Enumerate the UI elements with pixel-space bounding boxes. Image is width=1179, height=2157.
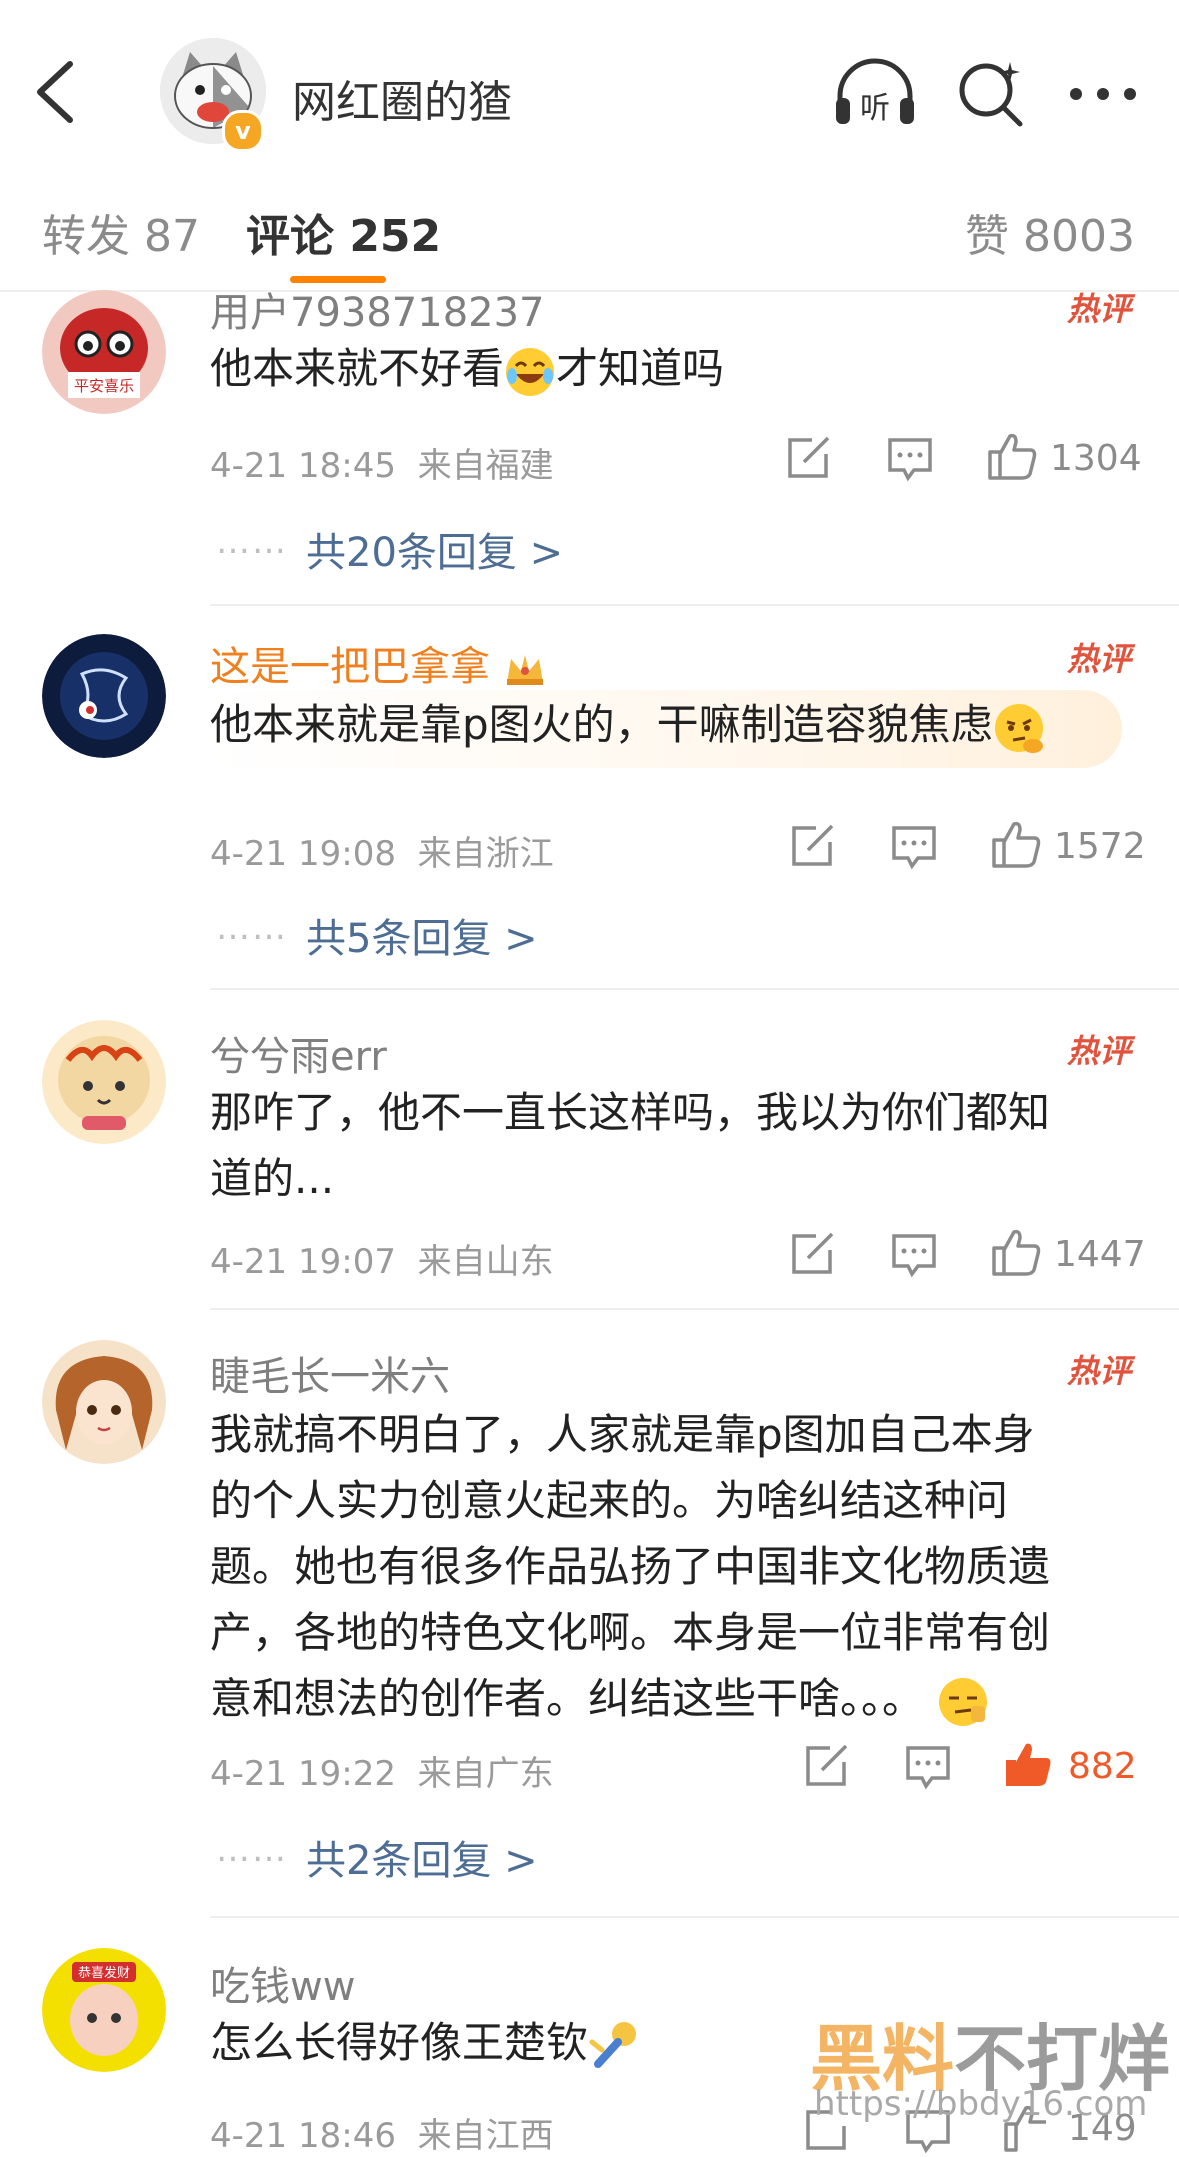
comment-icon[interactable] [884, 432, 936, 484]
hot-comment-badge: 热评 [1066, 1352, 1131, 1390]
comment-time: 4-21 19:22 [210, 1754, 396, 1794]
comment-location: 来自浙江 [417, 834, 554, 874]
comment-location: 来自山东 [417, 1242, 554, 1282]
like-count: 882 [1068, 1746, 1137, 1787]
avatar[interactable]: 平安喜乐 [42, 290, 166, 414]
comment-item: 平安喜乐 用户7938718237 热评 他本来就不好看 才知道吗 4-21 1… [0, 290, 1179, 610]
watermark-url: https://bbdy16.com [814, 2084, 1148, 2124]
divider [210, 604, 1179, 606]
more-options-icon[interactable] [1068, 82, 1138, 106]
comment-text-part: 怎么长得好像王楚钦 [210, 2018, 589, 2067]
comment-text-line: 题。她也有很多作品弘扬了中国非文化物质遗 [210, 1542, 1051, 1591]
comment-location: 来自广东 [417, 1754, 554, 1794]
view-replies-link[interactable]: 共5条回复 > [306, 906, 538, 964]
username[interactable]: 这是一把巴拿拿 [210, 634, 547, 692]
username[interactable]: 吃钱ww [210, 1954, 355, 2012]
avatar[interactable] [42, 1340, 166, 1464]
comment-text: 那咋了，他不一直长这样吗，我以为你们都知 道的... [210, 1080, 1110, 1212]
tab-bar: 转发 87 评论 252 赞 8003 [0, 160, 1179, 292]
comment-text-part: 意和想法的创作者。纠结这些干啥。。。 [210, 1674, 925, 1723]
page-title: 网红圈的猹 [292, 77, 512, 128]
tab-comments[interactable]: 评论 252 [246, 200, 441, 264]
comment-text-line: 产，各地的特色文化啊。本身是一位非常有创 [210, 1608, 1051, 1657]
like-count: 1447 [1054, 1234, 1146, 1275]
comment-text-line: 道的... [210, 1154, 335, 1203]
username[interactable]: 用户7938718237 [210, 280, 545, 338]
comment-text-part: 他本来就不好看 [210, 344, 505, 393]
share-icon[interactable] [782, 432, 834, 484]
divider [210, 1308, 1179, 1310]
hot-comment-badge: 热评 [1066, 290, 1131, 328]
top-bar: v 网红圈的猹 听 [0, 0, 1179, 162]
comment-time: 4-21 19:08 [210, 834, 396, 874]
comment-meta: 4-21 18:46 来自江西 [210, 2108, 554, 2157]
comment-text: 他本来就不好看 才知道吗 [210, 336, 1110, 402]
comment-meta: 4-21 18:45 来自福建 [210, 438, 554, 487]
svg-text:平安喜乐: 平安喜乐 [74, 377, 134, 395]
comment-meta: 4-21 19:08 来自浙江 [210, 826, 554, 875]
comment-text-part: 才知道吗 [556, 344, 725, 393]
search-icon[interactable] [956, 58, 1026, 128]
avatar[interactable] [42, 634, 166, 758]
comment-text-part: 他本来就是靠p图火的，干嘛制造容貌焦虑 [210, 700, 993, 749]
table-tennis-emoji-icon [589, 2021, 637, 2068]
comment-time: 4-21 19:07 [210, 1242, 396, 1282]
comment-text: 我就搞不明白了，人家就是靠p图加自己本身 的个人实力创意火起来的。为啥纠结这种问… [210, 1402, 1110, 1732]
thumbs-up-icon[interactable] [990, 818, 1042, 870]
comment-text-line: 那咋了，他不一直长这样吗，我以为你们都知 [210, 1088, 1051, 1137]
thumbs-up-liked-icon[interactable] [1002, 1738, 1054, 1790]
hot-comment-badge: 热评 [1066, 1032, 1131, 1070]
reply-dots: …… [216, 908, 288, 948]
share-icon[interactable] [800, 1740, 852, 1792]
thumbs-up-icon[interactable] [990, 1226, 1042, 1278]
comment-meta: 4-21 19:22 来自广东 [210, 1746, 554, 1795]
tab-likes[interactable]: 赞 8003 [965, 200, 1135, 264]
share-icon[interactable] [786, 820, 838, 872]
comment-text-line: 意和想法的创作者。纠结这些干啥。。。 [210, 1666, 1110, 1732]
divider [210, 1916, 1179, 1918]
username[interactable]: 兮兮雨err [210, 1024, 387, 1082]
comment-icon[interactable] [888, 1228, 940, 1280]
divider [210, 988, 1179, 990]
svg-text:听: 听 [860, 91, 890, 126]
headphones-listen-icon[interactable]: 听 [832, 58, 918, 128]
tab-reposts[interactable]: 转发 87 [42, 200, 200, 264]
thinking-emoji-icon [994, 703, 1043, 753]
avatar[interactable]: 恭喜发财 [42, 1948, 166, 2072]
reply-dots: …… [216, 1830, 288, 1870]
comment-item: 兮兮雨err 热评 那咋了，他不一直长这样吗，我以为你们都知 道的... 4-2… [0, 1020, 1179, 1320]
svg-text:恭喜发财: 恭喜发财 [78, 1965, 130, 1981]
like-count: 1572 [1054, 826, 1146, 867]
comment-item: 睫毛长一米六 热评 我就搞不明白了，人家就是靠p图加自己本身 的个人实力创意火起… [0, 1340, 1179, 1900]
username-text: 这是一把巴拿拿 [210, 644, 490, 690]
crown-icon [506, 655, 543, 685]
avatar[interactable] [42, 1020, 166, 1144]
comment-location: 来自福建 [417, 446, 554, 486]
back-arrow-icon[interactable] [28, 56, 88, 128]
comment-meta: 4-21 19:07 来自山东 [210, 1234, 554, 1283]
comment-text-line: 的个人实力创意火起来的。为啥纠结这种问 [210, 1476, 1009, 1525]
comment-text-line: 我就搞不明白了，人家就是靠p图加自己本身 [210, 1410, 1035, 1459]
comment-icon[interactable] [902, 1740, 954, 1792]
username[interactable]: 睫毛长一米六 [210, 1344, 450, 1402]
share-icon[interactable] [786, 1228, 838, 1280]
comment-location: 来自江西 [417, 2116, 554, 2156]
comment-text: 他本来就是靠p图火的，干嘛制造容貌焦虑 [210, 692, 1170, 758]
comment-time: 4-21 18:45 [210, 446, 396, 486]
comment-icon[interactable] [888, 820, 940, 872]
view-replies-link[interactable]: 共20条回复 > [306, 520, 563, 578]
view-replies-link[interactable]: 共2条回复 > [306, 1828, 538, 1886]
smirk-emoji-icon [939, 1677, 988, 1726]
reply-dots: …… [216, 522, 288, 562]
thumbs-up-icon[interactable] [986, 430, 1038, 482]
comment-item: 这是一把巴拿拿 热评 他本来就是靠p图火的，干嘛制造容貌焦虑 4-21 19:0… [0, 630, 1179, 990]
like-count: 1304 [1050, 438, 1142, 479]
laugh-tears-emoji-icon [506, 347, 555, 396]
watermark: 黑料不打烊 https://bbdy16.com [810, 2000, 1170, 2137]
comment-time: 4-21 18:46 [210, 2116, 396, 2156]
hot-comment-badge: 热评 [1066, 640, 1131, 678]
verified-badge-icon: v [222, 110, 264, 152]
